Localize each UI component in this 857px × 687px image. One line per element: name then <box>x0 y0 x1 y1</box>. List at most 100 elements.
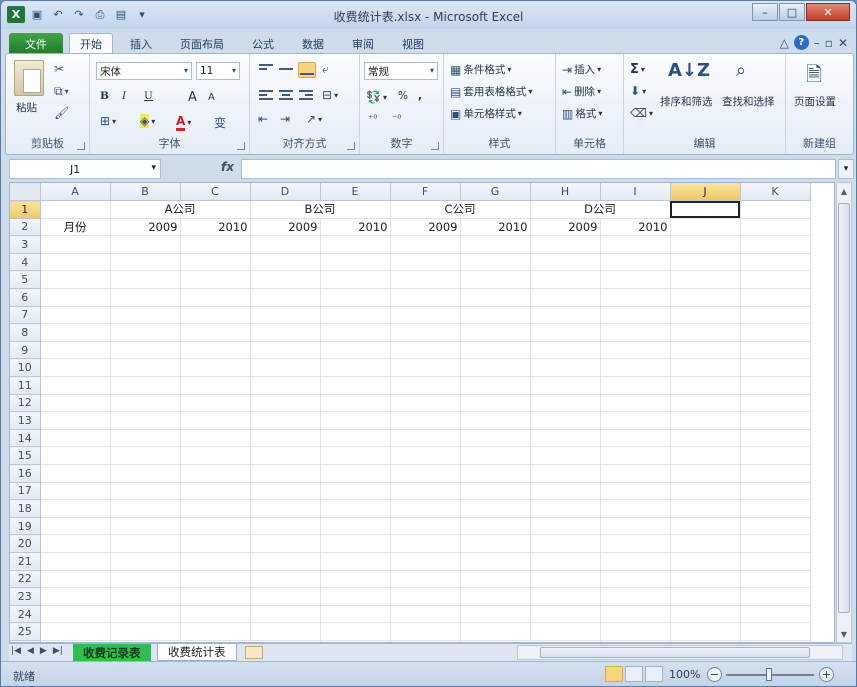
cell[interactable] <box>600 394 671 413</box>
column-header[interactable]: E <box>320 183 391 202</box>
page-setup-icon[interactable]: 🗎 <box>806 60 822 94</box>
cell[interactable] <box>740 499 811 518</box>
column-header[interactable]: A <box>40 183 111 202</box>
insert-sheet-icon[interactable] <box>245 646 263 659</box>
cell-company-b[interactable]: B公司 <box>250 200 391 219</box>
row-header[interactable]: 4 <box>10 253 41 272</box>
cell[interactable] <box>530 358 601 378</box>
cell[interactable] <box>110 446 181 465</box>
tab-home[interactable]: 开始 <box>69 33 113 54</box>
cell[interactable] <box>250 499 321 518</box>
cell[interactable] <box>180 570 251 589</box>
cell-company-c[interactable]: C公司 <box>390 200 531 219</box>
cell[interactable] <box>740 394 811 413</box>
column-header[interactable]: C <box>180 183 251 202</box>
sort-filter-label[interactable]: 排序和筛选 <box>660 94 713 109</box>
cell[interactable] <box>670 499 741 518</box>
cell[interactable] <box>600 464 671 483</box>
cell[interactable] <box>600 482 671 501</box>
cell[interactable] <box>600 411 671 430</box>
cell[interactable] <box>740 200 811 219</box>
delete-cells-button[interactable]: ⇤ 删除 ▾ <box>562 84 601 99</box>
cell[interactable] <box>110 411 181 430</box>
column-header[interactable]: I <box>600 183 671 202</box>
cell[interactable] <box>670 376 741 395</box>
zoom-level[interactable]: 100% <box>669 668 700 681</box>
row-header[interactable]: 15 <box>10 446 41 465</box>
vertical-scrollbar[interactable]: ▲ ▼ <box>836 182 852 643</box>
grow-font-button[interactable]: A <box>188 90 197 105</box>
find-select-label[interactable]: 查找和选择 <box>722 94 775 109</box>
cell[interactable] <box>740 288 811 307</box>
cell[interactable] <box>740 270 811 290</box>
cell[interactable] <box>740 429 811 448</box>
cell[interactable] <box>740 446 811 465</box>
cell[interactable] <box>530 253 601 272</box>
cell[interactable] <box>250 235 321 254</box>
autosum-button[interactable]: Σ ▾ <box>630 62 645 77</box>
cell[interactable] <box>250 622 321 641</box>
insert-cells-button[interactable]: ⇥ 插入 ▾ <box>562 62 601 77</box>
italic-button[interactable]: I <box>122 90 126 102</box>
cell[interactable] <box>670 570 741 589</box>
sheet-tab-statistics[interactable]: 收费统计表 <box>157 644 237 661</box>
orientation-button[interactable]: ↗ ▾ <box>306 112 322 126</box>
cell[interactable] <box>180 587 251 606</box>
cell[interactable] <box>180 534 251 553</box>
cell[interactable] <box>390 429 461 448</box>
scroll-down-icon[interactable]: ▼ <box>837 626 851 642</box>
doc-minimize-icon[interactable]: – <box>814 36 820 50</box>
cell[interactable] <box>250 270 321 290</box>
row-header[interactable]: 7 <box>10 306 41 325</box>
cell[interactable] <box>670 446 741 465</box>
cell[interactable] <box>600 429 671 448</box>
cell-d-2010[interactable]: 2010 <box>600 218 671 237</box>
cell[interactable] <box>40 429 111 448</box>
percent-button[interactable]: % <box>398 90 408 102</box>
cell[interactable] <box>670 323 741 342</box>
cell[interactable] <box>670 482 741 501</box>
alignment-launcher-icon[interactable] <box>347 142 355 150</box>
column-header-selected[interactable]: J <box>670 183 741 202</box>
cell[interactable] <box>110 464 181 483</box>
cell[interactable] <box>390 376 461 395</box>
column-header[interactable]: D <box>250 183 321 202</box>
shrink-font-button[interactable]: A <box>208 92 215 103</box>
cell[interactable] <box>110 358 181 378</box>
horizontal-scroll-thumb[interactable] <box>540 647 810 658</box>
cell[interactable] <box>740 358 811 378</box>
cell[interactable] <box>670 587 741 606</box>
cell[interactable] <box>40 323 111 342</box>
row-header[interactable]: 10 <box>10 358 41 378</box>
cell[interactable] <box>250 376 321 395</box>
cell[interactable] <box>320 270 391 290</box>
cell[interactable] <box>530 517 601 536</box>
cell[interactable] <box>670 429 741 448</box>
cell[interactable] <box>530 376 601 395</box>
row-header[interactable]: 20 <box>10 534 41 553</box>
doc-restore-icon[interactable]: ▫ <box>825 36 833 50</box>
cell[interactable] <box>180 464 251 483</box>
cell[interactable] <box>670 534 741 553</box>
cell[interactable] <box>320 622 391 641</box>
cell[interactable] <box>670 605 741 624</box>
decrease-decimal-button[interactable]: ⁻⁰ <box>392 114 401 125</box>
cell[interactable] <box>110 323 181 342</box>
cell-b-2010[interactable]: 2010 <box>320 218 391 237</box>
cell[interactable] <box>390 622 461 641</box>
cell[interactable] <box>390 552 461 571</box>
row-header[interactable]: 9 <box>10 341 41 360</box>
cell[interactable] <box>600 270 671 290</box>
cell[interactable] <box>320 376 391 395</box>
cell[interactable] <box>40 288 111 307</box>
cell[interactable] <box>600 341 671 360</box>
cell[interactable] <box>460 253 531 272</box>
cell[interactable] <box>390 605 461 624</box>
cell-a-2009[interactable]: 2009 <box>110 218 181 237</box>
cell-c-2010[interactable]: 2010 <box>460 218 531 237</box>
cell[interactable] <box>250 358 321 378</box>
wrap-text-button[interactable]: ⤶ <box>322 62 329 77</box>
tab-review[interactable]: 审阅 <box>343 33 383 54</box>
horizontal-scrollbar[interactable] <box>517 645 843 660</box>
cell[interactable] <box>320 411 391 430</box>
